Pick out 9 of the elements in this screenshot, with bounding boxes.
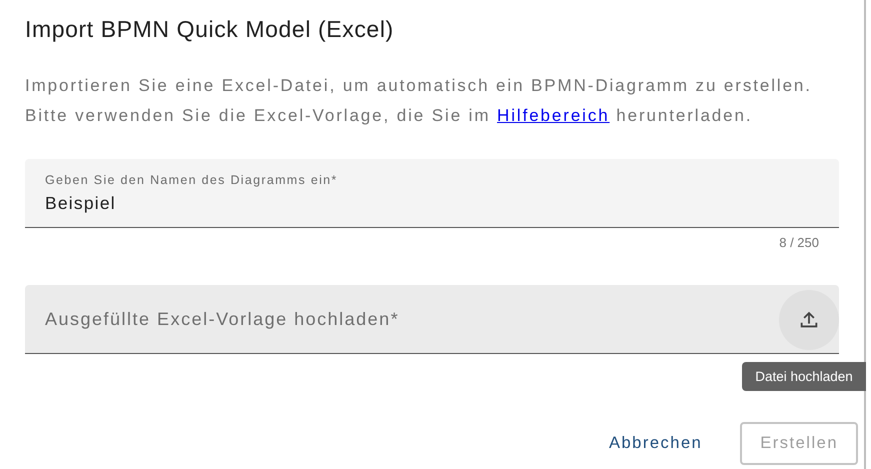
description-text: Importieren Sie eine Excel-Datei, um automatisch ein BPMN-Diagramm zu erstellen. <box>25 75 813 97</box>
description-text: Bitte verwenden Sie die Excel-Vorlage, die Sie im Hilfebereich herunterladen. <box>25 105 754 127</box>
help-link[interactable]: Hilfebereich <box>497 106 610 125</box>
dialog-title: Import BPMN Quick Model (Excel) <box>25 16 395 43</box>
tooltip: Datei hochladen <box>742 362 866 391</box>
character-counter: 8 / 250 <box>779 235 819 250</box>
name-input[interactable]: Beispiel <box>45 192 819 214</box>
name-field[interactable]: Geben Sie den Namen des Diagramms ein* Beispiel <box>25 159 839 228</box>
upload-field[interactable]: Ausgefüllte Excel-Vorlage hochladen* <box>25 285 839 354</box>
